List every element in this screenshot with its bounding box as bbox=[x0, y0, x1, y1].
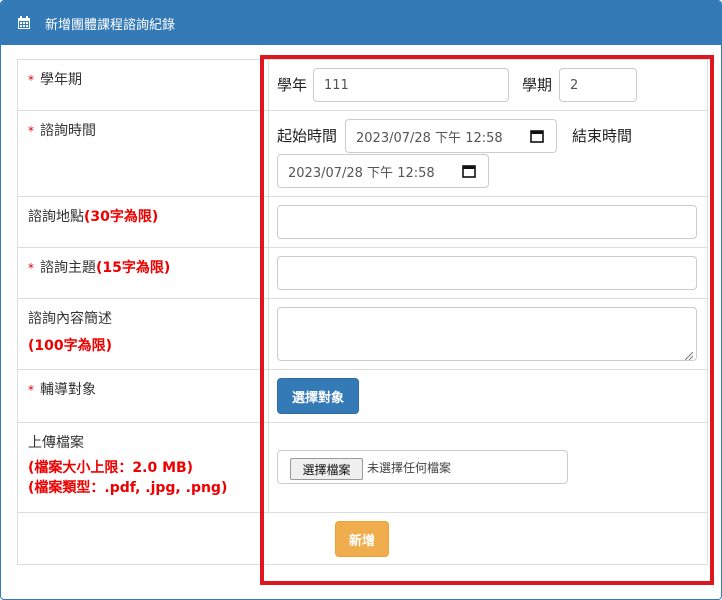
topic-limit: (15字為限) bbox=[96, 260, 171, 276]
school-year-label: 學年期 bbox=[40, 72, 82, 88]
summary-limit: (100字為限) bbox=[28, 338, 113, 354]
required-mark: * bbox=[28, 73, 34, 87]
highlight-box bbox=[260, 55, 714, 585]
required-mark: * bbox=[28, 124, 34, 138]
summary-label: 諮詢內容簡述 bbox=[28, 311, 112, 327]
location-limit: (30字為限) bbox=[84, 209, 159, 225]
upload-label: 上傳檔案 bbox=[28, 435, 84, 451]
label-cell: 上傳檔案 (檔案大小上限：2.0 MB) (檔案類型：.pdf, .jpg, .… bbox=[18, 423, 269, 512]
label-cell: 諮詢內容簡述 (100字為限) bbox=[18, 299, 269, 369]
label-cell: * 學年期 bbox=[18, 60, 269, 110]
location-label: 諮詢地點 bbox=[28, 209, 84, 225]
label-cell: * 諮詢主題(15字為限) bbox=[18, 248, 269, 298]
target-label: 輔導對象 bbox=[40, 382, 96, 398]
label-cell: 諮詢地點(30字為限) bbox=[18, 197, 269, 247]
required-mark: * bbox=[28, 383, 34, 397]
label-cell: * 諮詢時間 bbox=[18, 111, 269, 196]
topic-label: 諮詢主題 bbox=[40, 260, 96, 276]
calendar-icon bbox=[17, 16, 31, 30]
panel-title: 新增團體課程諮詢紀錄 bbox=[45, 17, 176, 33]
required-mark: * bbox=[28, 261, 34, 275]
upload-size-limit: (檔案大小上限：2.0 MB) bbox=[28, 460, 194, 476]
upload-type-limit: (檔案類型：.pdf, .jpg, .png) bbox=[28, 480, 228, 496]
panel-header: 新增團體課程諮詢紀錄 bbox=[1, 1, 721, 45]
label-cell: * 輔導對象 bbox=[18, 370, 269, 422]
time-label: 諮詢時間 bbox=[40, 123, 96, 139]
